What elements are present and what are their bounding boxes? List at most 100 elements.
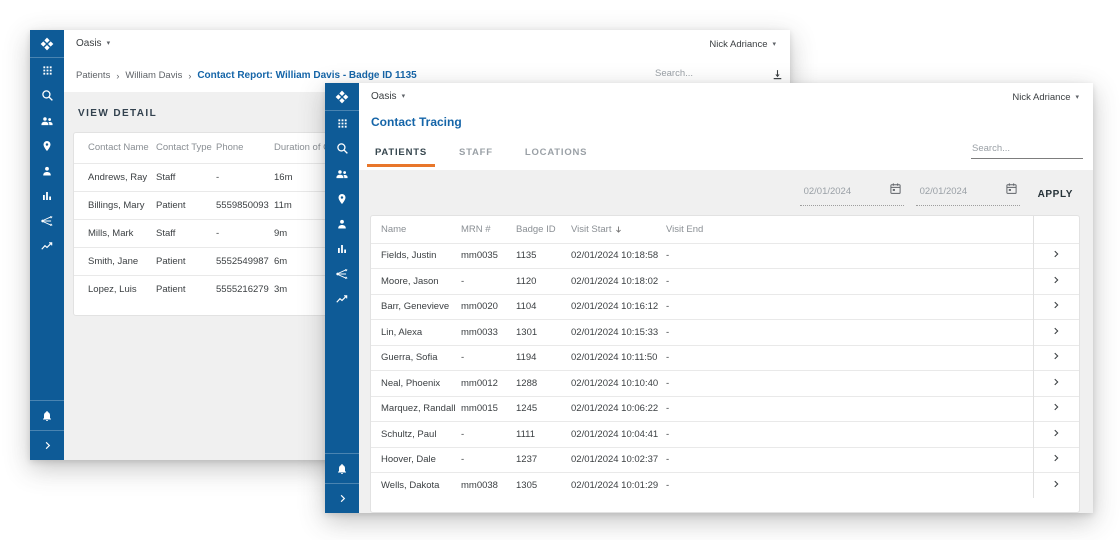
expand-sidebar-icon[interactable]	[325, 483, 359, 513]
front-header: Oasis ▾ Nick Adriance ▾ Contact Tracing …	[359, 83, 1093, 170]
breadcrumb-separator: ›	[188, 71, 191, 81]
row-detail-button[interactable]	[1033, 294, 1079, 320]
cell-visit-start: 02/01/2024 10:02:37	[571, 447, 666, 473]
col-badge-id[interactable]: Badge ID	[516, 216, 571, 243]
location-icon[interactable]	[325, 186, 359, 211]
table-row[interactable]: Neal, Phoenix mm0012 1288 02/01/2024 10:…	[371, 371, 1079, 397]
calendar-icon[interactable]	[1005, 182, 1018, 200]
breadcrumb-item-william-davis[interactable]: William Davis	[125, 70, 182, 81]
breadcrumb-item-patients[interactable]: Patients	[76, 70, 110, 81]
chevron-right-icon	[1051, 428, 1061, 438]
row-detail-button[interactable]	[1033, 422, 1079, 448]
cell-phone: 5555216279	[216, 275, 274, 303]
cell-phone: -	[216, 219, 274, 247]
table-row[interactable]: Fields, Justin mm0035 1135 02/01/2024 10…	[371, 243, 1079, 269]
chevron-right-icon	[1051, 275, 1061, 285]
app-logo-icon[interactable]	[325, 83, 359, 111]
chevron-right-icon	[1051, 249, 1061, 259]
apps-icon[interactable]	[325, 111, 359, 136]
cell-visit-end: -	[666, 422, 1033, 448]
cell-visit-end: -	[666, 396, 1033, 422]
app-name: Oasis	[76, 38, 102, 49]
table-row[interactable]: Hoover, Dale - 1237 02/01/2024 10:02:37 …	[371, 447, 1079, 473]
tab-locations[interactable]: LOCATIONS	[521, 141, 591, 167]
search-icon[interactable]	[30, 83, 64, 108]
app-switcher[interactable]: Oasis ▾	[76, 38, 110, 49]
patients-table-card: Name MRN # Badge ID Visit Start Visit En…	[370, 215, 1080, 513]
notifications-icon[interactable]	[30, 400, 64, 430]
tab-staff[interactable]: STAFF	[455, 141, 497, 167]
trend-line-icon[interactable]	[325, 286, 359, 311]
col-visit-start[interactable]: Visit Start	[571, 216, 666, 243]
bar-chart-icon[interactable]	[325, 236, 359, 261]
app-logo-icon[interactable]	[30, 30, 64, 58]
table-row[interactable]: Moore, Jason - 1120 02/01/2024 10:18:02 …	[371, 269, 1079, 295]
row-detail-button[interactable]	[1033, 447, 1079, 473]
cell-name: Fields, Justin	[371, 243, 461, 269]
person-icon[interactable]	[325, 211, 359, 236]
cell-phone: 5552549987	[216, 247, 274, 275]
table-row[interactable]: Lin, Alexa mm0033 1301 02/01/2024 10:15:…	[371, 320, 1079, 346]
cell-name: Guerra, Sofia	[371, 345, 461, 371]
cell-mrn: mm0020	[461, 294, 516, 320]
bar-chart-icon[interactable]	[30, 183, 64, 208]
col-name[interactable]: Name	[371, 216, 461, 243]
cell-name: Neal, Phoenix	[371, 371, 461, 397]
row-detail-button[interactable]	[1033, 473, 1079, 499]
cell-visit-start: 02/01/2024 10:06:22	[571, 396, 666, 422]
mediation-icon[interactable]	[325, 261, 359, 286]
search-icon[interactable]	[325, 136, 359, 161]
trend-line-icon[interactable]	[30, 233, 64, 258]
app-switcher[interactable]: Oasis ▾	[371, 91, 405, 102]
start-date-input[interactable]	[804, 186, 874, 197]
cell-contact-type: Patient	[156, 191, 216, 219]
tab-patients[interactable]: PATIENTS	[371, 141, 431, 167]
breadcrumb-separator: ›	[116, 71, 119, 81]
notifications-icon[interactable]	[325, 453, 359, 483]
caret-down-icon: ▾	[772, 41, 776, 48]
row-detail-button[interactable]	[1033, 396, 1079, 422]
cell-mrn: -	[461, 422, 516, 448]
sidebar	[30, 30, 64, 460]
chevron-right-icon	[1051, 377, 1061, 387]
col-mrn[interactable]: MRN #	[461, 216, 516, 243]
people-icon[interactable]	[325, 161, 359, 186]
end-date-input[interactable]	[920, 186, 990, 197]
people-icon[interactable]	[30, 108, 64, 133]
start-date-field	[800, 182, 904, 206]
col-actions	[1033, 216, 1079, 243]
apps-icon[interactable]	[30, 58, 64, 83]
cell-badge: 1288	[516, 371, 571, 397]
apply-button[interactable]: APPLY	[1032, 189, 1079, 206]
cell-mrn: mm0012	[461, 371, 516, 397]
table-row[interactable]: Marquez, Randall mm0015 1245 02/01/2024 …	[371, 396, 1079, 422]
mediation-icon[interactable]	[30, 208, 64, 233]
row-detail-button[interactable]	[1033, 320, 1079, 346]
row-detail-button[interactable]	[1033, 345, 1079, 371]
table-row[interactable]: Guerra, Sofia - 1194 02/01/2024 10:11:50…	[371, 345, 1079, 371]
cell-badge: 1305	[516, 473, 571, 499]
location-icon[interactable]	[30, 133, 64, 158]
cell-contact-name: Lopez, Luis	[74, 275, 156, 303]
row-detail-button[interactable]	[1033, 371, 1079, 397]
user-menu[interactable]: Nick Adriance ▾	[1012, 92, 1079, 103]
calendar-icon[interactable]	[889, 182, 902, 200]
table-header-row: Name MRN # Badge ID Visit Start Visit En…	[371, 216, 1079, 243]
search-input[interactable]	[654, 66, 756, 84]
search-input[interactable]	[971, 141, 1083, 159]
cell-contact-name: Mills, Mark	[74, 219, 156, 247]
table-row[interactable]: Schultz, Paul - 1111 02/01/2024 10:04:41…	[371, 422, 1079, 448]
expand-sidebar-icon[interactable]	[30, 430, 64, 460]
table-row[interactable]: Wells, Dakota mm0038 1305 02/01/2024 10:…	[371, 473, 1079, 499]
cell-visit-end: -	[666, 294, 1033, 320]
cell-badge: 1111	[516, 422, 571, 448]
table-row[interactable]: Barr, Genevieve mm0020 1104 02/01/2024 1…	[371, 294, 1079, 320]
row-detail-button[interactable]	[1033, 269, 1079, 295]
caret-down-icon: ▾	[402, 93, 406, 100]
person-icon[interactable]	[30, 158, 64, 183]
sort-desc-icon	[614, 225, 623, 234]
chevron-right-icon	[1051, 453, 1061, 463]
user-menu[interactable]: Nick Adriance ▾	[709, 39, 776, 50]
col-visit-end[interactable]: Visit End	[666, 216, 1033, 243]
row-detail-button[interactable]	[1033, 243, 1079, 269]
